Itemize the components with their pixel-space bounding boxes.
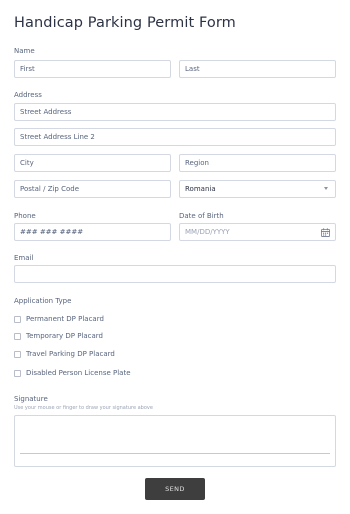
city-placeholder: City xyxy=(20,159,34,167)
calendar-icon[interactable] xyxy=(321,228,330,237)
option-label: Temporary DP Placard xyxy=(26,332,103,340)
form-title: Handicap Parking Permit Form xyxy=(14,15,236,31)
application-type-option[interactable]: Disabled Person License Plate xyxy=(14,368,131,378)
city-input[interactable]: City xyxy=(14,154,171,172)
phone-label: Phone xyxy=(14,212,36,220)
application-type-option[interactable]: Travel Parking DP Placard xyxy=(14,349,115,359)
postal-code-input[interactable]: Postal / Zip Code xyxy=(14,180,171,198)
checkbox-travel-parking-dp-placard[interactable] xyxy=(14,350,21,358)
street-address-placeholder: Street Address xyxy=(20,108,72,116)
address-label: Address xyxy=(14,91,42,99)
country-select[interactable]: Romania xyxy=(179,180,336,198)
application-type-label: Application Type xyxy=(14,297,72,305)
signature-hint: Use your mouse or finger to draw your si… xyxy=(14,405,153,411)
region-placeholder: Region xyxy=(185,159,209,167)
option-label: Travel Parking DP Placard xyxy=(26,350,115,358)
street-address-input[interactable]: Street Address xyxy=(14,103,336,121)
street-address-line2-input[interactable]: Street Address Line 2 xyxy=(14,128,336,146)
date-of-birth-placeholder: MM/DD/YYYY xyxy=(185,228,230,236)
phone-placeholder: ### ### #### xyxy=(20,228,84,236)
checkbox-temporary-dp-placard[interactable] xyxy=(14,332,21,340)
signature-label: Signature xyxy=(14,395,48,403)
last-name-input[interactable]: Last xyxy=(179,60,336,78)
country-select-value: Romania xyxy=(185,185,216,193)
date-of-birth-input[interactable]: MM/DD/YYYY xyxy=(179,223,336,241)
signature-baseline xyxy=(20,453,330,454)
region-input[interactable]: Region xyxy=(179,154,336,172)
last-name-placeholder: Last xyxy=(185,65,200,73)
street-address-line2-placeholder: Street Address Line 2 xyxy=(20,133,95,141)
email-input[interactable] xyxy=(14,265,336,283)
postal-code-placeholder: Postal / Zip Code xyxy=(20,185,80,193)
first-name-input[interactable]: First xyxy=(14,60,171,78)
option-label: Disabled Person License Plate xyxy=(26,369,131,377)
application-type-option[interactable]: Permanent DP Placard xyxy=(14,314,104,324)
application-type-option[interactable]: Temporary DP Placard xyxy=(14,331,103,341)
chevron-down-icon xyxy=(324,187,328,190)
option-label: Permanent DP Placard xyxy=(26,315,104,323)
phone-input[interactable]: ### ### #### xyxy=(14,223,171,241)
first-name-placeholder: First xyxy=(20,65,35,73)
signature-pad[interactable] xyxy=(14,415,336,467)
checkbox-permanent-dp-placard[interactable] xyxy=(14,315,21,323)
date-of-birth-label: Date of Birth xyxy=(179,212,224,220)
send-button[interactable]: SEND xyxy=(145,478,205,500)
checkbox-disabled-person-license-plate[interactable] xyxy=(14,369,21,377)
email-label: Email xyxy=(14,254,34,262)
name-label: Name xyxy=(14,47,35,55)
